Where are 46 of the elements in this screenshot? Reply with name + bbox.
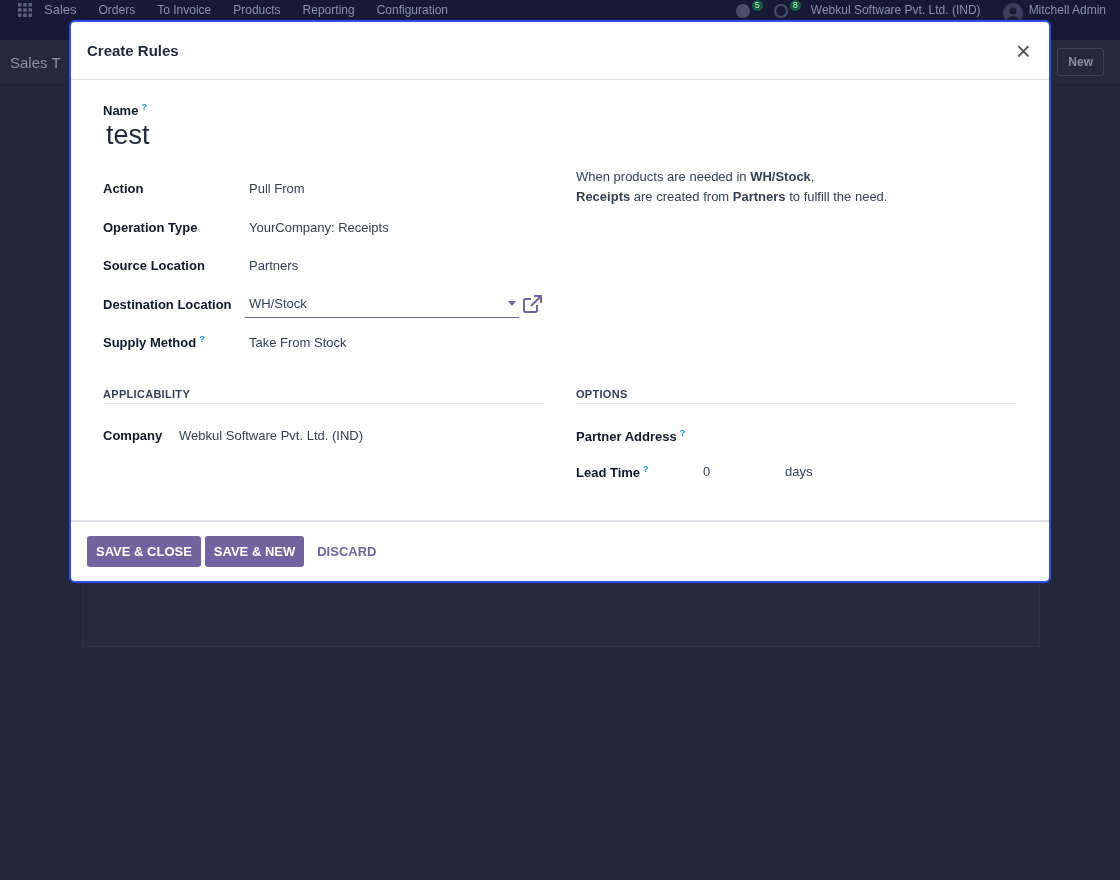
field-value[interactable]: 0 (703, 464, 785, 480)
close-button[interactable]: × (1013, 37, 1033, 64)
field-value[interactable]: YourCompany: Receipts (245, 219, 389, 235)
name-field[interactable]: test (106, 120, 150, 152)
field-value[interactable]: Partners (245, 258, 299, 274)
new-button[interactable]: New (1057, 48, 1104, 76)
discard-button[interactable]: DISCARD (308, 535, 386, 567)
field-label: Action (103, 181, 144, 197)
field-label: Source Location (103, 258, 205, 274)
breadcrumb-title[interactable]: Sales T (10, 53, 61, 71)
nav-menu-item[interactable]: To Invoice (157, 3, 212, 17)
field-label: Operation Type (103, 219, 198, 235)
save-button[interactable]: SAVE & CLOSE (87, 535, 201, 567)
section-title: APPLICABILITY (103, 387, 544, 404)
field-label: Lead Time (576, 465, 641, 480)
count-badge: 8 (789, 0, 801, 11)
app-grid-icon[interactable] (18, 3, 32, 17)
field-label: Destination Location (103, 296, 232, 312)
field-label: Company (103, 428, 163, 444)
app-name[interactable]: Sales (44, 3, 77, 17)
field-label: Name (103, 103, 139, 119)
help-text: When products are needed in WH/Stock, (576, 169, 816, 185)
external-link-icon[interactable] (523, 295, 542, 314)
nav-menu-item[interactable]: Reporting (302, 3, 355, 17)
help-tooltip[interactable]: ? (679, 427, 686, 438)
field-value[interactable]: Take From Stock (245, 335, 347, 351)
field-label: Supply Method (103, 335, 197, 351)
nav-menu-item[interactable]: Orders (98, 3, 136, 17)
help-tooltip[interactable]: ? (199, 334, 205, 345)
nav-menu-item[interactable]: Products (233, 3, 281, 17)
unit-label: days (785, 464, 813, 480)
help-tooltip[interactable]: ? (141, 102, 147, 112)
field-value[interactable]: Pull From (245, 181, 305, 197)
help-text: Receipts are created from Partners to fulfill the need. (576, 189, 889, 205)
company-switcher[interactable]: Webkul Software Pvt. Ltd. (IND) (810, 3, 981, 17)
help-tooltip[interactable]: ? (643, 463, 649, 474)
nav-menu-item[interactable]: Configuration (376, 3, 449, 17)
field-value[interactable]: Webkul Software Pvt. Ltd. (IND) (179, 428, 363, 444)
caret-icon (508, 301, 516, 307)
dialog-title: Create Rules (87, 42, 180, 59)
field-label: Partner Address (576, 429, 677, 444)
location-select-field[interactable]: WH/Stock (245, 290, 519, 319)
count-badge: 5 (751, 0, 763, 11)
section-title: OPTIONS (576, 387, 1017, 404)
save-button[interactable]: SAVE & NEW (204, 535, 305, 567)
user-menu[interactable]: Mitchell Admin (1028, 3, 1106, 17)
